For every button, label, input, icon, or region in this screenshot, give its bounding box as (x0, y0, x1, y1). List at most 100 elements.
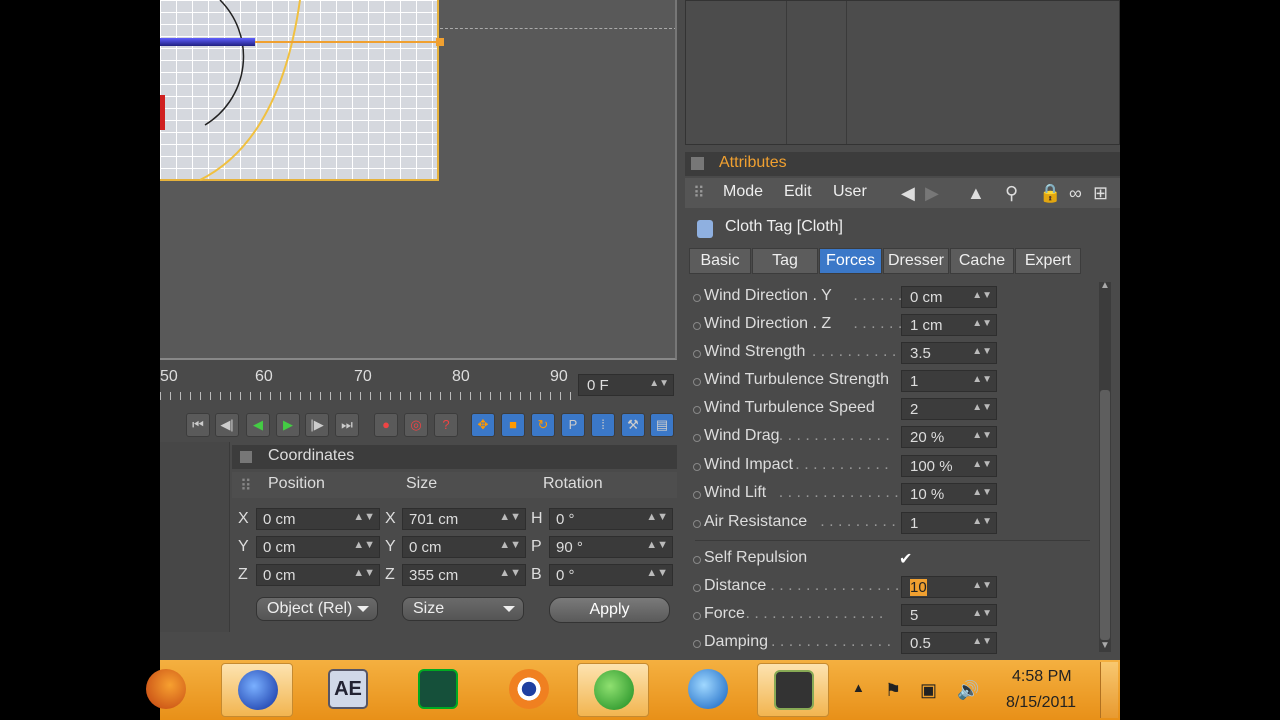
scroll-down-icon[interactable]: ▼ (1100, 640, 1110, 651)
stepper-icon[interactable]: ▲▼ (972, 430, 992, 441)
next-key-icon[interactable]: |▶ (305, 413, 329, 437)
distance-field[interactable]: 10 ▲▼ (901, 576, 997, 598)
move-key-icon[interactable]: ✥ (471, 413, 495, 437)
param-value-field[interactable]: 100 % ▲▼ (901, 455, 997, 477)
animate-dot-icon[interactable] (693, 378, 701, 386)
animate-dot-icon[interactable] (693, 640, 701, 648)
param-value-field[interactable]: 0.5 ▲▼ (901, 632, 997, 654)
param-key-icon[interactable]: P (561, 413, 585, 437)
tab-expert[interactable]: Expert (1015, 248, 1081, 274)
animate-dot-icon[interactable] (693, 556, 701, 564)
tab-basic[interactable]: Basic (689, 248, 751, 274)
search-icon[interactable]: ⚲ (1005, 183, 1018, 204)
clock-date[interactable]: 8/15/2011 (1006, 694, 1076, 712)
size-z-field[interactable]: 355 cm ▲▼ (402, 564, 526, 586)
panel-menu-icon[interactable] (240, 451, 252, 463)
stepper-icon[interactable]: ▲▼ (972, 608, 992, 619)
taskbar-app[interactable] (493, 663, 565, 717)
timeline-ruler[interactable] (160, 392, 574, 400)
timeline[interactable]: 50 60 70 80 90 0 F ▲▼ (160, 362, 677, 408)
param-value-field[interactable]: 1 ▲▼ (901, 370, 997, 392)
show-hidden-icons-icon[interactable]: ▲ (852, 680, 865, 695)
taskbar-app[interactable]: AE (312, 663, 384, 717)
param-value-field[interactable]: 20 % ▲▼ (901, 426, 997, 448)
taskbar-app[interactable] (577, 663, 649, 717)
3d-viewport[interactable] (160, 0, 677, 360)
position-z-field[interactable]: 0 cm ▲▼ (256, 564, 380, 586)
stepper-icon[interactable]: ▲▼ (972, 516, 992, 527)
animate-dot-icon[interactable] (693, 322, 701, 330)
stepper-icon[interactable]: ▲▼ (972, 346, 992, 357)
position-x-field[interactable]: 0 cm ▲▼ (256, 508, 380, 530)
animate-dot-icon[interactable] (693, 350, 701, 358)
goto-start-icon[interactable]: ⏮ (186, 413, 210, 437)
param-value-field[interactable]: 10 % ▲▼ (901, 483, 997, 505)
stepper-icon[interactable]: ▲▼ (649, 378, 669, 389)
stepper-icon[interactable]: ▲▼ (972, 402, 992, 413)
x-axis-handle[interactable] (160, 38, 255, 46)
scroll-up-icon[interactable]: ▲ (1100, 280, 1110, 291)
stepper-icon[interactable]: ▲▼ (972, 290, 992, 301)
animate-dot-icon[interactable] (693, 406, 701, 414)
goto-end-icon[interactable]: ⏭ (335, 413, 359, 437)
animate-dot-icon[interactable] (693, 491, 701, 499)
network-icon[interactable]: ▣ (920, 680, 937, 701)
animate-dot-icon[interactable] (693, 294, 701, 302)
scrollbar-thumb[interactable] (1100, 390, 1110, 640)
apply-button[interactable]: Apply (549, 597, 670, 623)
param-value-field[interactable]: 1 ▲▼ (901, 512, 997, 534)
selection-handle[interactable] (436, 38, 444, 46)
tab-forces[interactable]: Forces (819, 248, 882, 274)
clock-time[interactable]: 4:58 PM (1012, 668, 1072, 686)
size-mode-dropdown[interactable]: Size (402, 597, 524, 621)
panel-menu-icon[interactable] (691, 157, 704, 170)
taskbar-app[interactable] (402, 663, 474, 717)
menu-user[interactable]: User (833, 183, 867, 201)
animate-dot-icon[interactable] (693, 584, 701, 592)
current-frame-field[interactable]: 0 F ▲▼ (578, 374, 674, 396)
play-backward-icon[interactable]: ◀ (246, 413, 270, 437)
rotation-p-field[interactable]: 90 ° ▲▼ (549, 536, 673, 558)
prev-key-icon[interactable]: ◀| (215, 413, 239, 437)
back-arrow-icon[interactable]: ◀ (901, 183, 915, 204)
stepper-icon[interactable]: ▲▼ (972, 580, 992, 591)
param-value-field[interactable]: 3.5 ▲▼ (901, 342, 997, 364)
rotation-h-field[interactable]: 0 ° ▲▼ (549, 508, 673, 530)
rotation-b-field[interactable]: 0 ° ▲▼ (549, 564, 673, 586)
size-y-field[interactable]: 0 cm ▲▼ (402, 536, 526, 558)
taskbar-app[interactable] (130, 663, 202, 717)
keyframe-tool-icon[interactable]: ⚒ (621, 413, 645, 437)
animate-dot-icon[interactable] (693, 434, 701, 442)
taskbar-app[interactable] (221, 663, 293, 717)
rotate-key-icon[interactable]: ↻ (531, 413, 555, 437)
timeline-layout-icon[interactable]: ▤ (650, 413, 674, 437)
show-desktop-button[interactable] (1100, 662, 1118, 718)
point-level-icon[interactable]: ⁞ (591, 413, 615, 437)
auto-key-icon[interactable]: ◎ (404, 413, 428, 437)
taskbar-app[interactable] (672, 663, 744, 717)
animate-dot-icon[interactable] (693, 520, 701, 528)
new-panel-icon[interactable]: ⊞ (1093, 183, 1108, 204)
stepper-icon[interactable]: ▲▼ (972, 374, 992, 385)
size-x-field[interactable]: 701 cm ▲▼ (402, 508, 526, 530)
param-value-field[interactable]: 5 ▲▼ (901, 604, 997, 626)
param-value-field[interactable]: 1 cm ▲▼ (901, 314, 997, 336)
record-keys-icon[interactable]: ● (374, 413, 398, 437)
volume-icon[interactable]: 🔊 (957, 680, 979, 701)
stepper-icon[interactable]: ▲▼ (972, 318, 992, 329)
tab-tag[interactable]: Tag (752, 248, 818, 274)
param-value-field[interactable]: 2 ▲▼ (901, 398, 997, 420)
link-icon[interactable]: ∞ (1069, 183, 1082, 204)
menu-edit[interactable]: Edit (784, 183, 812, 201)
stepper-icon[interactable]: ▲▼ (972, 636, 992, 647)
menu-mode[interactable]: Mode (723, 183, 763, 201)
stepper-icon[interactable]: ▲▼ (972, 487, 992, 498)
forward-arrow-icon[interactable]: ▶ (925, 183, 939, 204)
action-center-flag-icon[interactable]: ⚑ (885, 680, 901, 701)
play-forward-icon[interactable]: ▶ (276, 413, 300, 437)
up-arrow-icon[interactable]: ▲ (967, 183, 985, 204)
stepper-icon[interactable]: ▲▼ (972, 459, 992, 470)
position-y-field[interactable]: 0 cm ▲▼ (256, 536, 380, 558)
param-value-field[interactable]: 0 cm ▲▼ (901, 286, 997, 308)
taskbar-app[interactable] (757, 663, 829, 717)
